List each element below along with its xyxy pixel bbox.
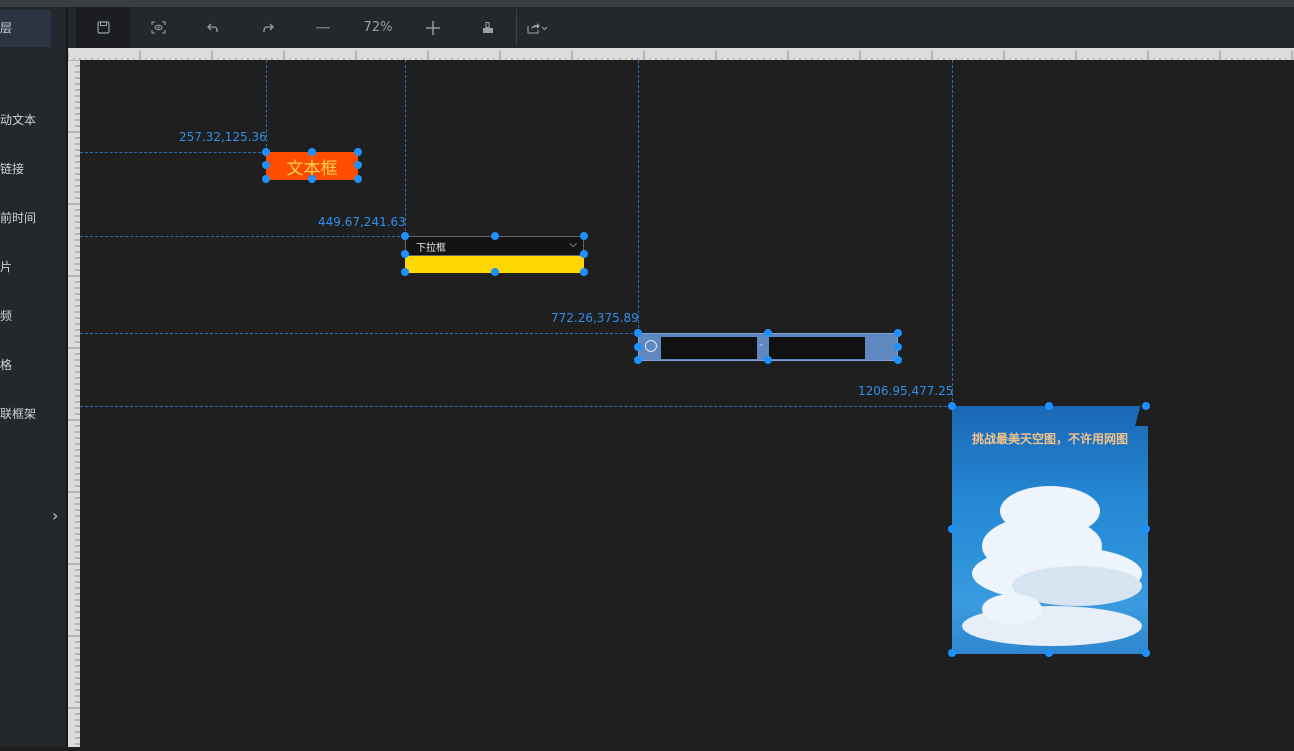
resize-handle[interactable] — [491, 232, 499, 240]
image-caption: 挑战最美天空图，不许用网图 — [964, 430, 1136, 448]
window-top-strip — [0, 0, 1294, 7]
resize-handle[interactable] — [1142, 402, 1150, 410]
redo-button[interactable] — [248, 7, 288, 48]
resize-handle[interactable] — [634, 356, 642, 364]
clear-icon — [482, 22, 494, 34]
toolbar-separator — [516, 9, 517, 45]
resize-handle[interactable] — [354, 148, 362, 156]
guide-line-horizontal — [80, 333, 638, 334]
sidebar-item-label: 滚动文本 — [0, 113, 36, 127]
guide-line-vertical — [405, 60, 406, 236]
redo-icon — [262, 23, 274, 33]
zoom-in-icon — [426, 21, 440, 35]
zoom-out-button[interactable] — [303, 7, 343, 48]
sidebar-item-image[interactable]: 图片 — [0, 258, 12, 275]
resize-handle[interactable] — [262, 161, 270, 169]
undo-icon — [207, 23, 219, 33]
resize-handle[interactable] — [948, 649, 956, 657]
clock-icon — [645, 340, 657, 352]
ruler-ticks — [68, 60, 80, 747]
coordinate-label: 449.67,241.63 — [318, 215, 406, 229]
clear-button[interactable] — [468, 7, 508, 48]
resize-handle[interactable] — [1142, 525, 1150, 533]
resize-handle[interactable] — [948, 525, 956, 533]
resize-handle[interactable] — [491, 268, 499, 276]
sidebar-item-label: 超链接 — [0, 162, 24, 176]
sidebar-item-video[interactable]: 视频 — [0, 307, 12, 324]
range-separator: - — [759, 338, 763, 351]
chevron-down-icon: ⌵ — [569, 239, 577, 250]
vertical-ruler — [68, 60, 80, 747]
sidebar-item-layers[interactable]: 图层 — [0, 19, 12, 36]
sidebar-item-grid[interactable]: 网格 — [0, 356, 12, 373]
zoom-level-text: 72% — [364, 20, 393, 35]
guide-line-horizontal — [80, 406, 952, 407]
resize-handle[interactable] — [308, 175, 316, 183]
resize-handle[interactable] — [1045, 649, 1053, 657]
sidebar-item-label: 视频 — [0, 309, 12, 323]
sidebar-item-hyperlink[interactable]: 超链接 — [0, 160, 24, 177]
coordinate-label: 1206.95,477.25 — [858, 384, 953, 398]
resize-handle[interactable] — [894, 329, 902, 337]
sidebar-item-label: 内联框架 — [0, 407, 36, 421]
guide-line-vertical — [638, 60, 639, 333]
chevron-right-icon[interactable]: › — [52, 506, 58, 525]
resize-handle[interactable] — [894, 343, 902, 351]
resize-handle[interactable] — [308, 148, 316, 156]
preview-icon — [151, 21, 166, 34]
resize-handle[interactable] — [580, 232, 588, 240]
component-sidebar: 图层 文本 滚动文本 超链接 当前时间 图片 视频 网格 内联框架 › — [0, 7, 66, 747]
preview-button[interactable] — [138, 7, 178, 48]
sidebar-item-label: 网格 — [0, 358, 12, 372]
resize-handle[interactable] — [580, 250, 588, 258]
resize-handle[interactable] — [634, 329, 642, 337]
image-component[interactable]: 挑战最美天空图，不许用网图 — [952, 406, 1148, 654]
resize-handle[interactable] — [354, 175, 362, 183]
resize-handle[interactable] — [948, 402, 956, 410]
save-icon — [97, 21, 110, 34]
resize-handle[interactable] — [1142, 649, 1150, 657]
sidebar-item-label: 图层 — [0, 21, 12, 35]
undo-button[interactable] — [193, 7, 233, 48]
export-button[interactable] — [520, 7, 556, 48]
resize-handle[interactable] — [580, 268, 588, 276]
resize-handle[interactable] — [764, 356, 772, 364]
guide-line-horizontal — [80, 152, 266, 153]
start-date-input[interactable] — [661, 337, 757, 359]
sidebar-item-label: 当前时间 — [0, 211, 36, 225]
resize-handle[interactable] — [894, 356, 902, 364]
resize-handle[interactable] — [401, 232, 409, 240]
coordinate-label: 772.26,375.89 — [551, 311, 639, 325]
resize-handle[interactable] — [354, 161, 362, 169]
end-date-input[interactable] — [769, 337, 865, 359]
resize-handle[interactable] — [401, 268, 409, 276]
sidebar-item-label: 图片 — [0, 260, 12, 274]
sidebar-item-current-time[interactable]: 当前时间 — [0, 209, 36, 226]
coordinate-label: 257.32,125.36 — [179, 130, 267, 144]
resize-handle[interactable] — [1045, 402, 1053, 410]
sidebar-item-iframe[interactable]: 内联框架 — [0, 405, 36, 422]
sidebar-item-scroll-text[interactable]: 滚动文本 — [0, 111, 36, 128]
guide-line-vertical — [952, 60, 953, 406]
save-button[interactable] — [76, 7, 131, 48]
dropdown-label: 下拉框 — [416, 239, 446, 254]
zoom-level: 72% — [353, 7, 403, 48]
resize-handle[interactable] — [634, 343, 642, 351]
resize-handle[interactable] — [764, 329, 772, 337]
guide-line-horizontal — [80, 236, 405, 237]
zoom-out-icon — [316, 27, 330, 29]
resize-handle[interactable] — [401, 250, 409, 258]
zoom-in-button[interactable] — [413, 7, 453, 48]
resize-handle[interactable] — [262, 148, 270, 156]
cloud-shape — [982, 594, 1042, 624]
editor-toolbar: 72% — [68, 7, 1294, 48]
resize-handle[interactable] — [262, 175, 270, 183]
export-icon — [527, 22, 549, 34]
horizontal-ruler — [68, 48, 1294, 60]
